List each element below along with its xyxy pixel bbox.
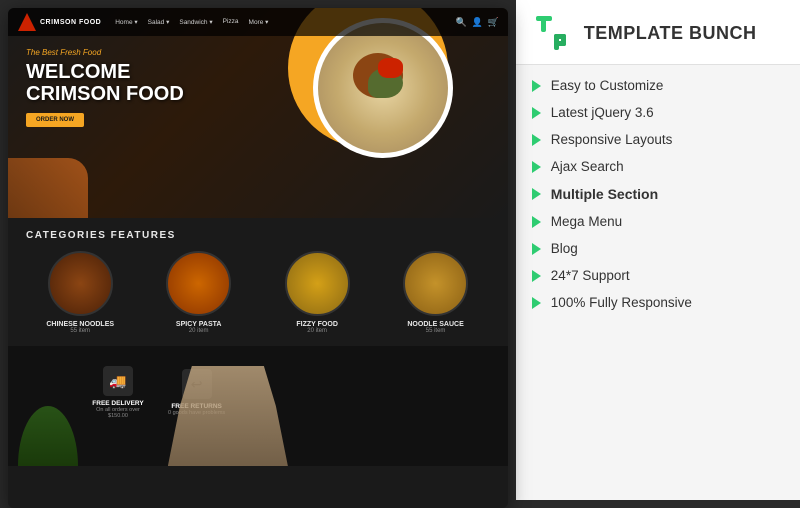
category-plate-2 — [166, 251, 231, 316]
nav-bar: CRIMSON FOOD Home ▾ Salad ▾ Sandwich ▾ P… — [8, 8, 508, 36]
category-count-3: 20 item — [263, 328, 371, 334]
category-name-2: SPICY PASTA — [144, 321, 252, 328]
category-plate-4 — [403, 251, 468, 316]
feature-label-4: Ajax Search — [551, 159, 624, 174]
categories-grid: CHINESE NOODLES 55 item SPICY PASTA 20 i… — [26, 251, 490, 334]
nav-links: Home ▾ Salad ▾ Sandwich ▾ Pizza More ▾ — [115, 18, 268, 26]
food-element-3 — [378, 58, 403, 78]
delivery-icon: 🚚 — [103, 366, 133, 396]
feature-label-5: Multiple Section — [551, 186, 658, 202]
hero-section: CRIMSON FOOD Home ▾ Salad ▾ Sandwich ▾ P… — [8, 8, 508, 218]
arrow-icon-4 — [532, 161, 541, 173]
feature-6: Mega Menu — [532, 211, 784, 232]
categories-title: CATEGORIES FEATURES — [26, 230, 490, 241]
right-panel: TEMPLATE BUNCH Easy to Customize Latest … — [516, 0, 800, 500]
delivery-desc: On all orders over $150.00 — [88, 407, 148, 419]
category-item-4: NOODLE SAUCE 55 item — [381, 251, 489, 334]
arrow-icon-3 — [532, 134, 541, 146]
bottom-left: 🚚 FREE DELIVERY On all orders over $150.… — [8, 346, 308, 466]
user-icon: 👤 — [472, 17, 482, 27]
arrow-icon-8 — [532, 270, 541, 282]
feature-label-7: Blog — [551, 241, 578, 256]
nav-home: Home ▾ — [115, 18, 137, 26]
category-name-3: FIZZY FOOD — [263, 321, 371, 328]
category-name-1: CHINESE NOODLES — [26, 321, 134, 328]
hero-title: WELCOME CRIMSON FOOD — [26, 61, 184, 105]
categories-section: CATEGORIES FEATURES CHINESE NOODLES 55 i… — [8, 218, 508, 346]
nav-pizza: Pizza — [223, 18, 239, 26]
plate-inner — [318, 23, 448, 153]
order-now-button[interactable]: ORDER NOW — [26, 113, 84, 127]
nav-salad: Salad ▾ — [148, 18, 170, 26]
brand-header: TEMPLATE BUNCH — [516, 0, 800, 65]
site-logo: CRIMSON FOOD — [18, 13, 101, 31]
features-list: Easy to Customize Latest jQuery 3.6 Resp… — [516, 65, 800, 500]
category-name-4: NOODLE SAUCE — [381, 321, 489, 328]
logo-icon — [18, 13, 36, 31]
arrow-icon-2 — [532, 107, 541, 119]
feature-2: Latest jQuery 3.6 — [532, 102, 784, 123]
feature-label-2: Latest jQuery 3.6 — [551, 105, 654, 120]
nav-action-icons: 🔍 👤 🛒 — [456, 17, 498, 27]
logo-text: CRIMSON FOOD — [40, 19, 101, 26]
free-delivery-badge: 🚚 FREE DELIVERY On all orders over $150.… — [88, 366, 148, 419]
search-icon: 🔍 — [456, 17, 466, 27]
bottom-section: 🚚 FREE DELIVERY On all orders over $150.… — [8, 346, 508, 466]
nav-sandwich: Sandwich ▾ — [179, 18, 212, 26]
category-count-1: 55 item — [26, 328, 134, 334]
category-item-1: CHINESE NOODLES 55 item — [26, 251, 134, 334]
feature-label-8: 24*7 Support — [551, 268, 630, 283]
category-item-3: FIZZY FOOD 20 item — [263, 251, 371, 334]
feature-label-3: Responsive Layouts — [551, 132, 673, 147]
website-preview: CRIMSON FOOD Home ▾ Salad ▾ Sandwich ▾ P… — [8, 8, 508, 508]
category-plate-3 — [285, 251, 350, 316]
delivery-title: FREE DELIVERY — [88, 400, 148, 407]
arrow-icon-6 — [532, 216, 541, 228]
hero-food-plate — [313, 18, 453, 158]
arrow-icon-5 — [532, 188, 541, 200]
nav-more: More ▾ — [249, 18, 269, 26]
arrow-icon-7 — [532, 243, 541, 255]
feature-8: 24*7 Support — [532, 265, 784, 286]
brand-name: TEMPLATE BUNCH — [584, 24, 757, 42]
category-count-2: 20 item — [144, 328, 252, 334]
feature-4: Ajax Search — [532, 156, 784, 177]
hero-content: The Best Fresh Food WELCOME CRIMSON FOOD… — [26, 48, 184, 127]
feature-1: Easy to Customize — [532, 75, 784, 96]
feature-label-1: Easy to Customize — [551, 78, 664, 93]
cart-icon: 🛒 — [488, 17, 498, 27]
feature-5: Multiple Section — [532, 183, 784, 205]
category-count-4: 55 item — [381, 328, 489, 334]
arrow-icon-9 — [532, 297, 541, 309]
category-item-2: SPICY PASTA 20 item — [144, 251, 252, 334]
hero-subtitle: The Best Fresh Food — [26, 48, 184, 57]
feature-label-9: 100% Fully Responsive — [551, 295, 692, 310]
hero-side-decoration — [8, 158, 88, 218]
template-bunch-logo — [532, 12, 574, 54]
arrow-icon-1 — [532, 80, 541, 92]
feature-label-6: Mega Menu — [551, 214, 622, 229]
feature-7: Blog — [532, 238, 784, 259]
category-plate-1 — [48, 251, 113, 316]
feature-9: 100% Fully Responsive — [532, 292, 784, 313]
feature-3: Responsive Layouts — [532, 129, 784, 150]
